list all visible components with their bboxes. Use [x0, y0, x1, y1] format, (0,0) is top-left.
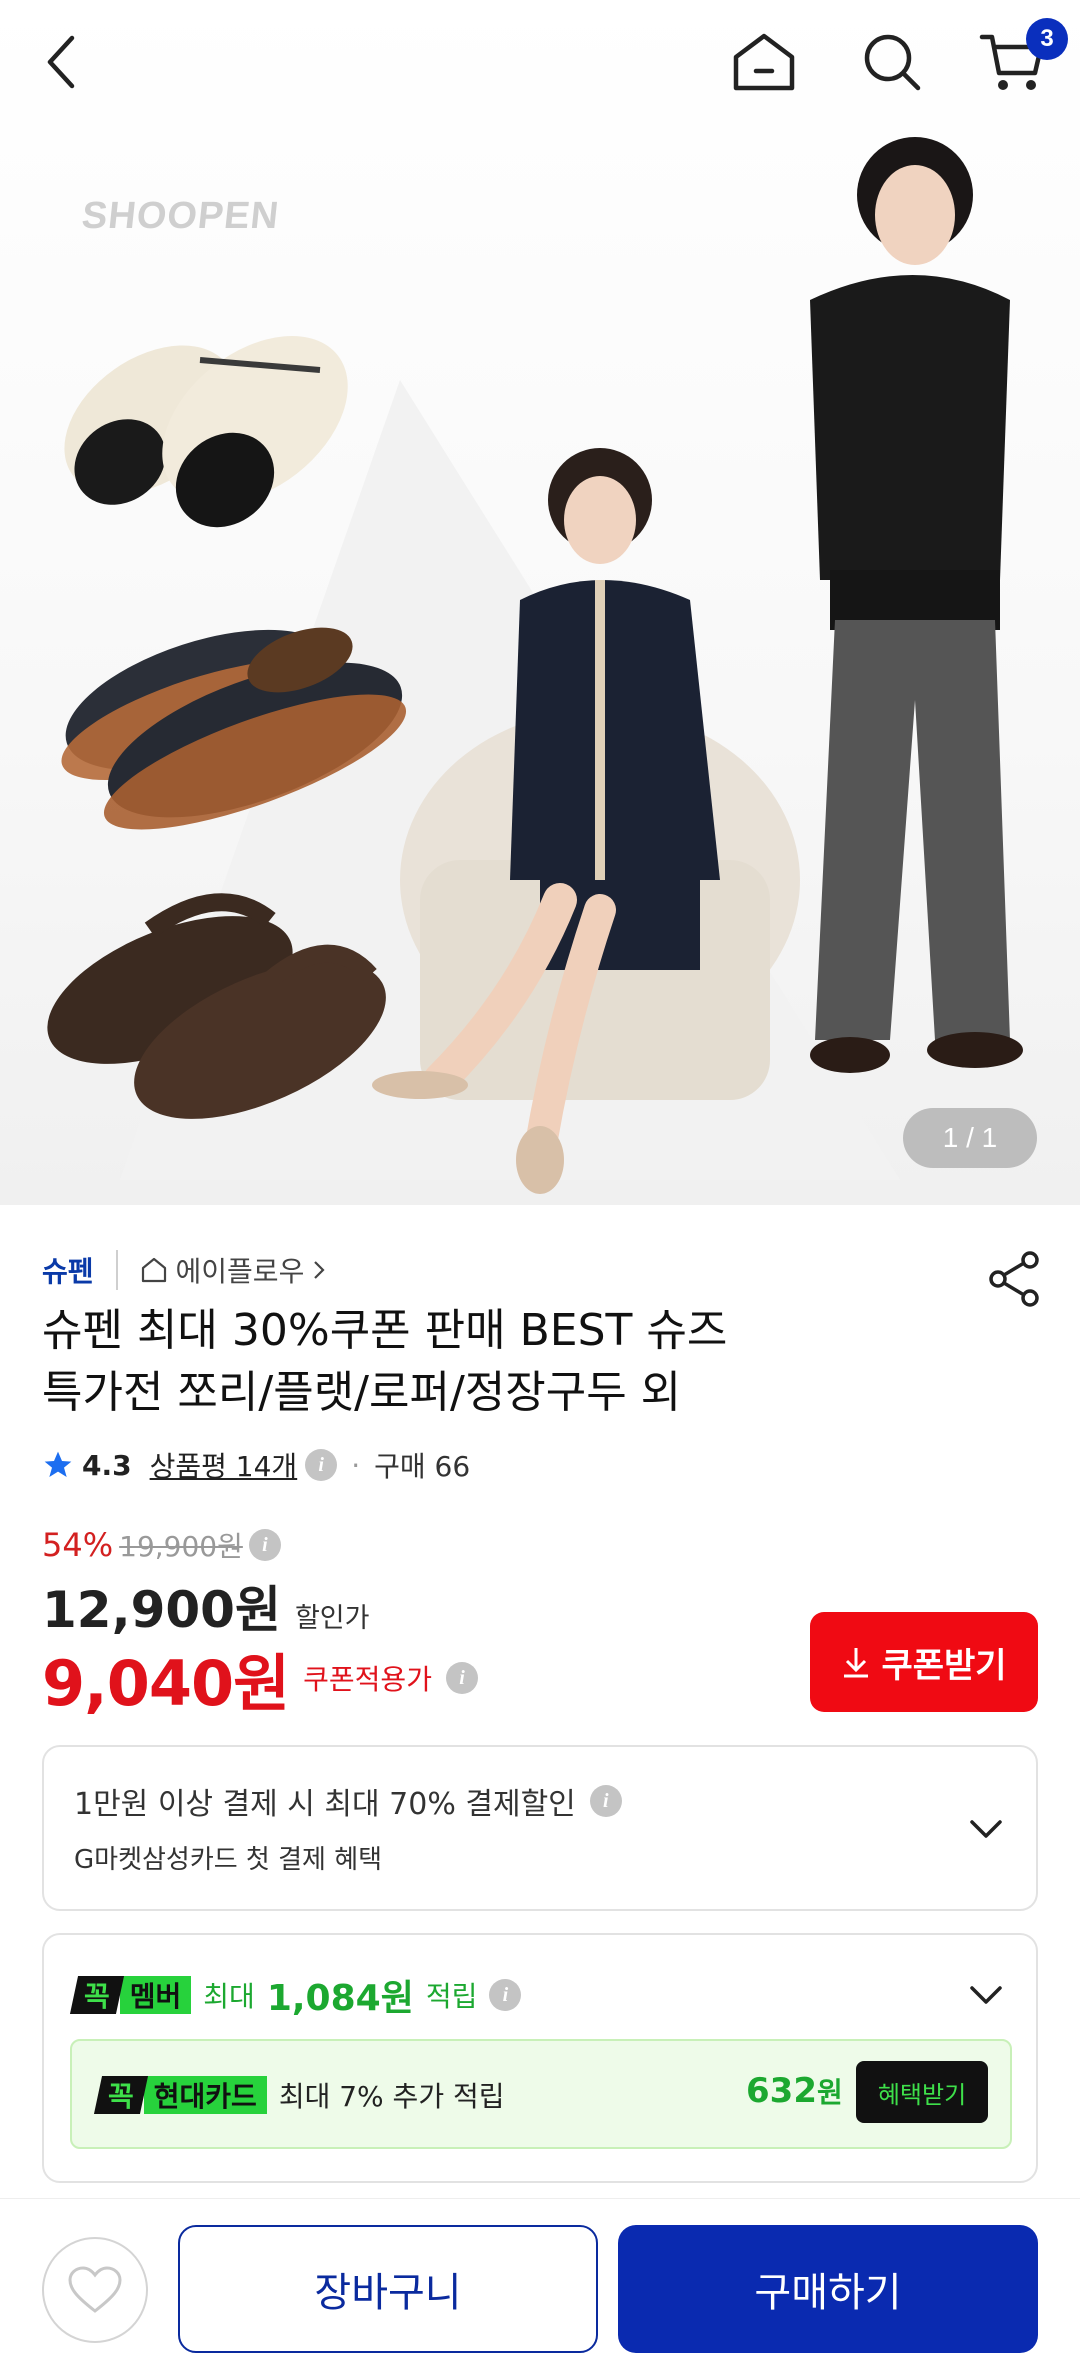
info-icon[interactable]: i — [248, 1529, 281, 1561]
payment-benefit-text: 1만원 이상 결제 시 최대 70% 결제할인 — [74, 1787, 576, 1822]
discount-row: 54% 19,900원 i — [42, 1520, 281, 1570]
brand-watermark: SHOOPEN — [79, 195, 282, 237]
purchase-count: 구매 66 — [374, 1450, 471, 1483]
separator-dot: · — [351, 1448, 361, 1482]
membership-benefit-card: 꼭 멤버 최대 1,084원 적립 i 꼭 현대카드 최대 7% 추가 적립 6… — [42, 1933, 1038, 2183]
rating-score: 4.3 — [82, 1448, 132, 1482]
hyundai-card-text: 최대 7% 추가 적립 — [278, 2080, 505, 2113]
max-label: 최대 — [203, 1980, 255, 2013]
shop-home-icon — [141, 1257, 166, 1283]
payment-benefit-card[interactable]: 1만원 이상 결제 시 최대 70% 결제할인 i G마켓삼성카드 첫 결제 혜… — [42, 1745, 1038, 1911]
chevron-right-icon — [314, 1261, 325, 1279]
member-points: 1,084원 — [266, 1978, 414, 2019]
brand-row: 슈펜 에이플로우 — [42, 1245, 326, 1295]
hyundai-card-benefit: 꼭 현대카드 최대 7% 추가 적립 632원 혜택받기 — [70, 2039, 1012, 2149]
title-line-1: 슈펜 최대 30%쿠폰 판매 BEST 슈즈 — [42, 1305, 728, 1356]
brand-link[interactable]: 슈펜 — [42, 1250, 94, 1290]
add-to-cart-button[interactable]: 장바구니 — [178, 2225, 598, 2353]
shoe-maryjane — [64, 336, 348, 528]
divider — [115, 1250, 118, 1290]
cart-count-badge: 3 — [1026, 18, 1068, 60]
payment-benefit-title: 1만원 이상 결제 시 최대 70% 결제할인 i — [74, 1779, 622, 1823]
product-photo — [47, 137, 1023, 1194]
bottom-action-bar: 장바구니 구매하기 — [0, 2198, 1080, 2373]
hyundai-card-points: 632원 — [746, 2071, 843, 2111]
get-benefit-button[interactable]: 혜택받기 — [856, 2061, 988, 2123]
product-detail-page: SHOOPEN 1 / 1 3 슈펜 에이플로우 슈펜 최대 30%쿠폰 판매 — [0, 0, 1080, 2373]
buy-now-button[interactable]: 구매하기 — [618, 2225, 1038, 2353]
chevron-down-icon[interactable] — [964, 1973, 1008, 2017]
chevron-down-icon[interactable] — [964, 1807, 1008, 1851]
review-count-link[interactable]: 상품평 14개 — [150, 1445, 298, 1485]
model-man — [810, 137, 1023, 1073]
coupon-button-label: 쿠폰받기 — [881, 1645, 1007, 1686]
earn-label: 적립 — [425, 1980, 478, 2013]
discount-rate: 54% — [42, 1526, 114, 1564]
heart-icon — [68, 2266, 122, 2313]
search-icon[interactable] — [852, 22, 932, 102]
original-price: 19,900원 — [119, 1530, 243, 1563]
share-icon[interactable] — [984, 1248, 1046, 1310]
star-icon — [44, 1451, 72, 1477]
back-icon[interactable] — [22, 22, 102, 102]
membership-row[interactable]: 꼭 멤버 최대 1,084원 적립 i — [69, 1973, 522, 2019]
payment-benefit-subtitle: G마켓삼성카드 첫 결제 혜택 — [74, 1845, 383, 1875]
image-page-indicator: 1 / 1 — [903, 1108, 1037, 1168]
member-badge: 꼭 멤버 — [69, 1976, 192, 2014]
top-navigation-bar: 3 — [0, 0, 1080, 130]
coupon-price: 9,040원 — [42, 1647, 290, 1720]
info-icon[interactable]: i — [589, 1785, 622, 1817]
coupon-price-row: 9,040원 쿠폰적용가 i — [42, 1638, 478, 1720]
info-icon[interactable]: i — [445, 1662, 478, 1694]
product-image-carousel[interactable]: SHOOPEN 1 / 1 — [0, 0, 1080, 1205]
title-line-2: 특가전 쪼리/플랫/로퍼/정장구두 외 — [42, 1367, 682, 1418]
info-icon[interactable]: i — [489, 1979, 522, 2011]
info-icon[interactable]: i — [305, 1449, 338, 1481]
coupon-download-button[interactable]: 쿠폰받기 — [810, 1612, 1038, 1712]
sale-price: 12,900원 — [42, 1581, 281, 1639]
shop-link[interactable]: 에이플로우 — [140, 1250, 327, 1290]
hyundai-card-badge: 꼭 현대카드 — [93, 2076, 267, 2114]
shop-name: 에이플로우 — [175, 1255, 305, 1288]
wishlist-button[interactable] — [42, 2237, 148, 2343]
product-title: 슈펜 최대 30%쿠폰 판매 BEST 슈즈 특가전 쪼리/플랫/로퍼/정장구두… — [42, 1300, 942, 1424]
home-icon[interactable] — [724, 22, 804, 102]
rating-row: 4.3 상품평 14개 i · 구매 66 — [42, 1440, 470, 1490]
sale-price-row: 12,900원 할인가 — [42, 1570, 370, 1639]
download-icon — [844, 1648, 869, 1678]
sale-price-label: 할인가 — [294, 1603, 370, 1634]
coupon-price-label: 쿠폰적용가 — [303, 1663, 432, 1696]
hyundai-card-row: 꼭 현대카드 최대 7% 추가 적립 — [93, 2075, 505, 2115]
